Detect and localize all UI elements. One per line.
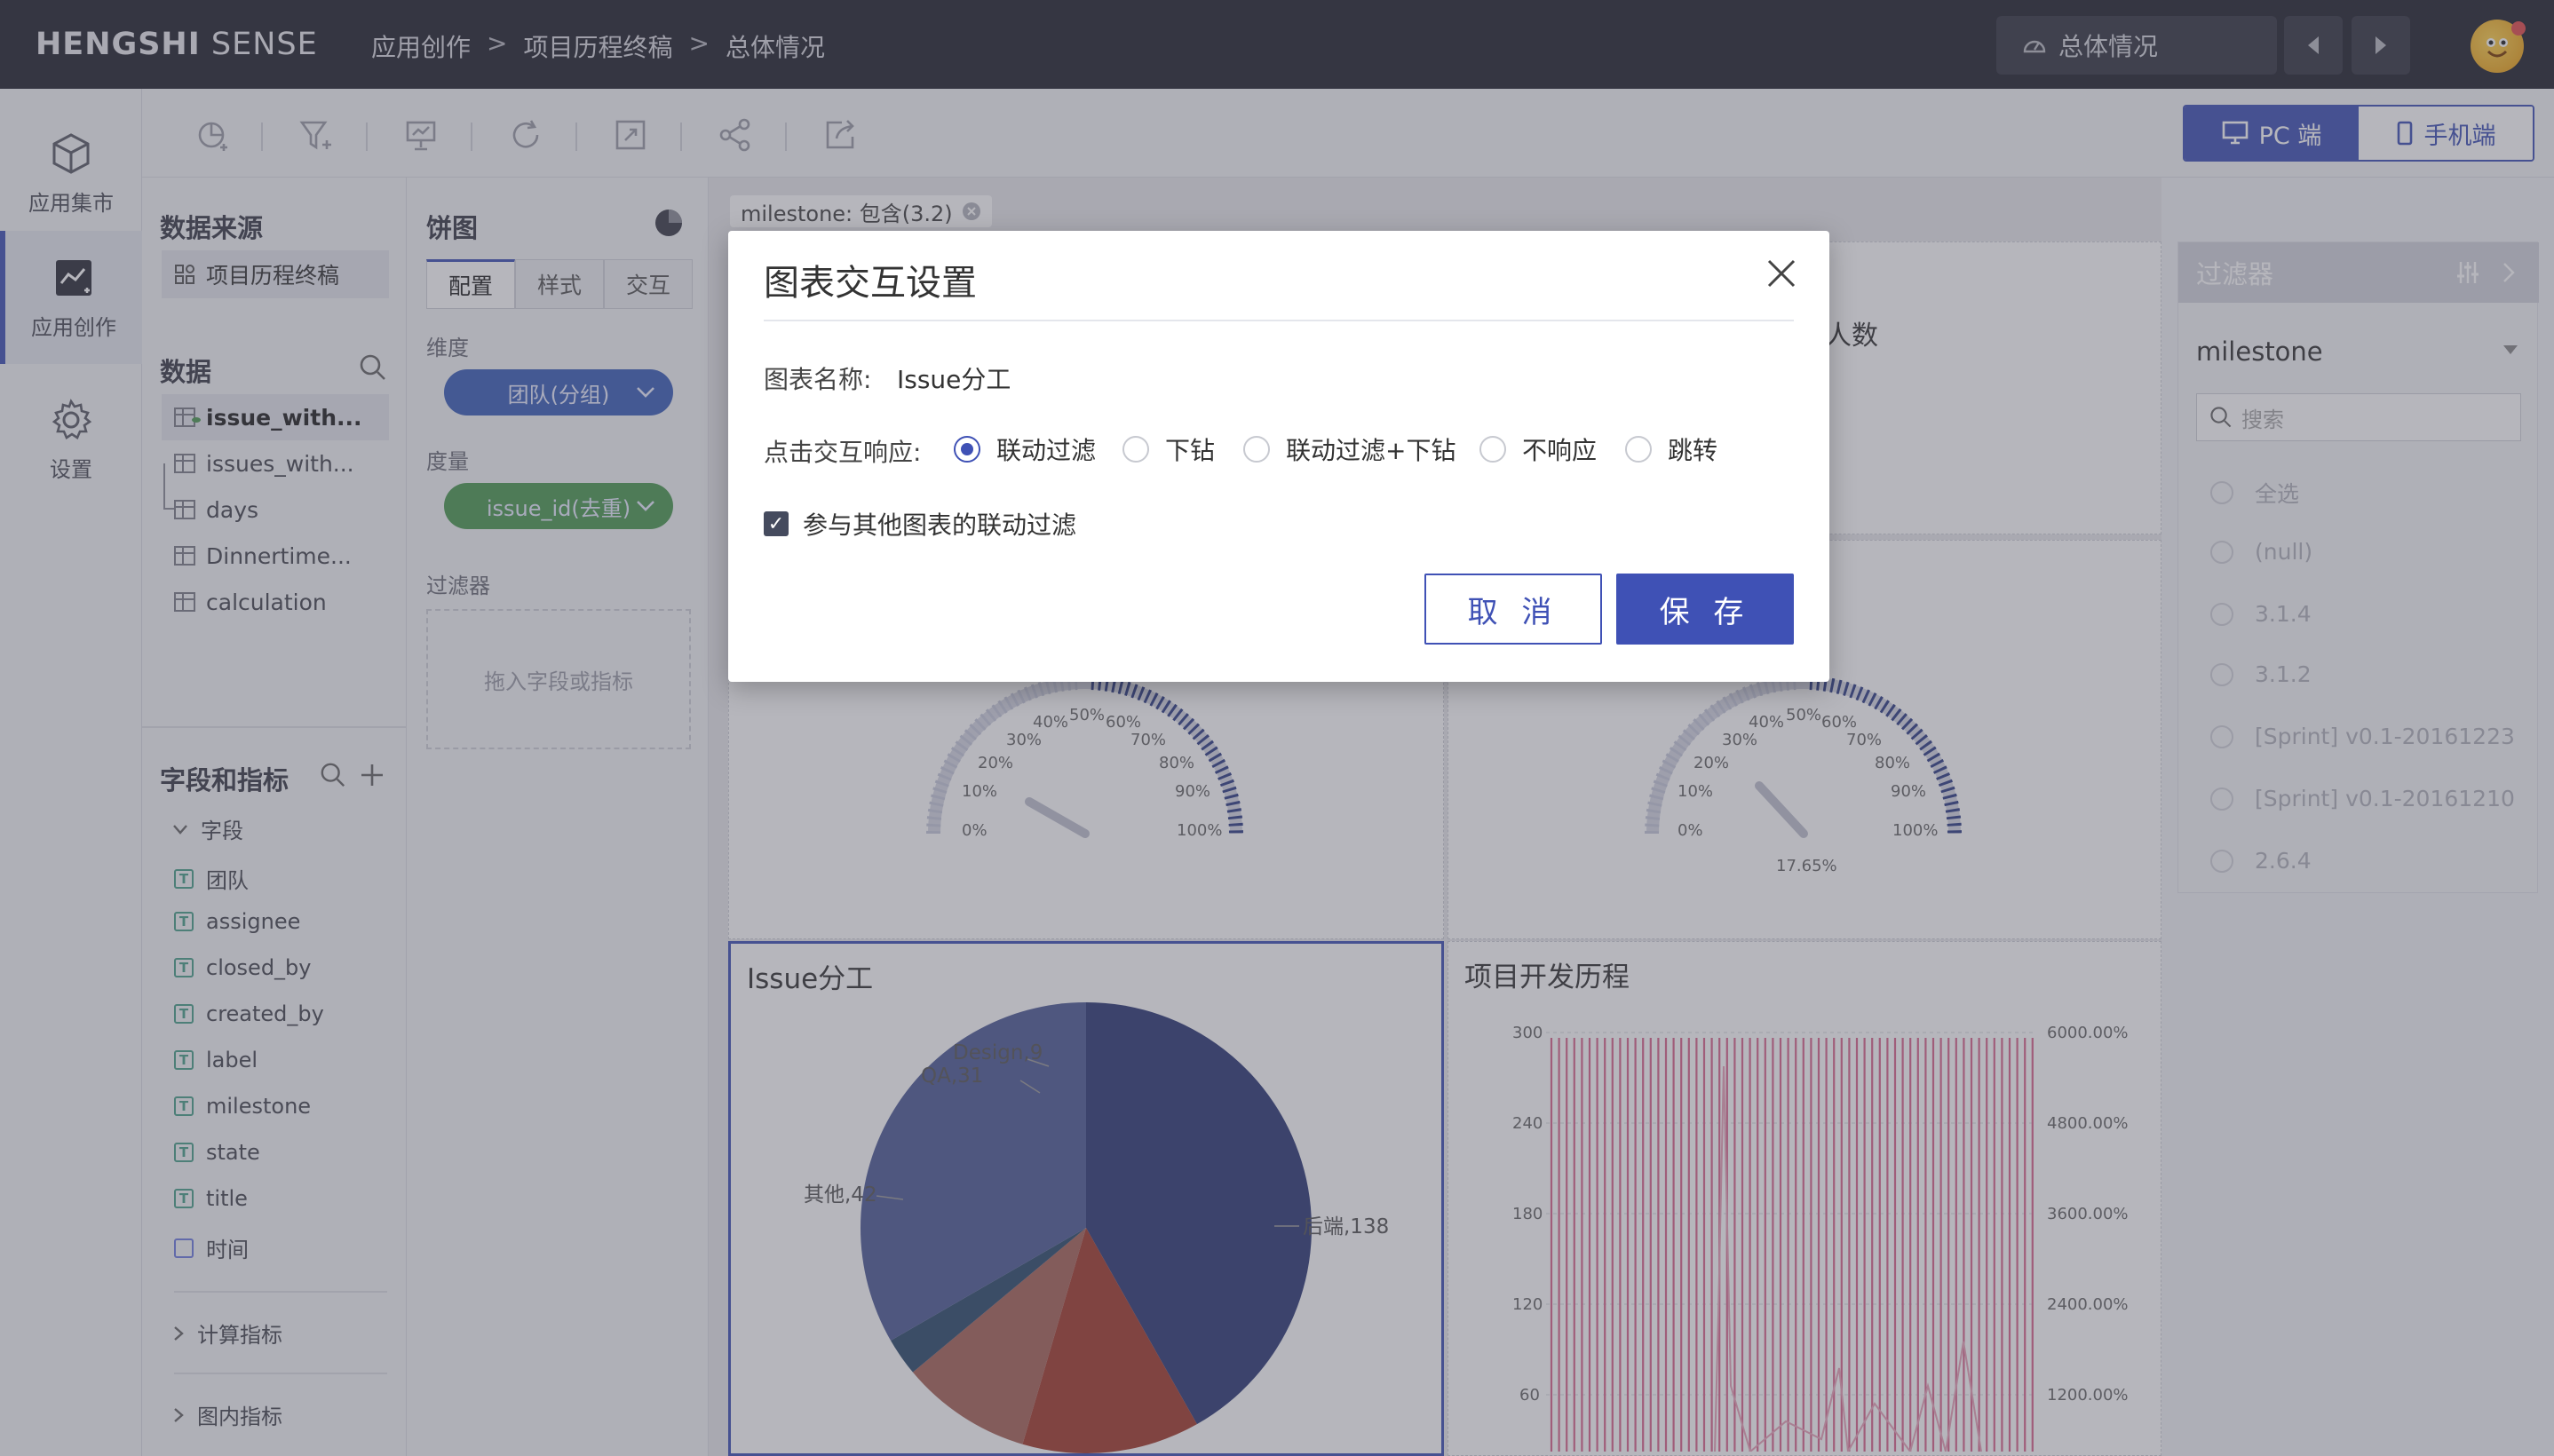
checkmark-icon: ✓ [764, 511, 789, 536]
chart-name-value: Issue分工 [897, 365, 1011, 394]
close-icon[interactable] [1762, 254, 1801, 293]
radio-icon [954, 436, 980, 463]
dialog-divider [764, 320, 1794, 321]
radio-label: 跳转 [1668, 436, 1718, 465]
radio-icon [1243, 436, 1270, 463]
dialog-title: 图表交互设置 [764, 263, 977, 304]
radio-label: 联动过滤 [996, 436, 1097, 465]
response-label: 点击交互响应: [764, 438, 922, 467]
radio-icon [1122, 436, 1149, 463]
radio-jump[interactable]: 跳转 [1625, 431, 1717, 467]
save-button[interactable]: 保 存 [1616, 574, 1794, 645]
radio-filter-and-drilldown[interactable]: 联动过滤+下钻 [1243, 431, 1455, 467]
chart-interaction-dialog: 图表交互设置 图表名称: Issue分工 点击交互响应: 联动过滤 下钻 联动过… [728, 231, 1829, 682]
radio-label: 联动过滤+下钻 [1286, 436, 1456, 465]
radio-linked-filter[interactable]: 联动过滤 [954, 431, 1096, 467]
radio-label: 下钻 [1165, 436, 1216, 465]
modal-overlay[interactable] [0, 0, 2554, 1456]
cancel-button[interactable]: 取 消 [1424, 574, 1602, 645]
radio-icon [1625, 436, 1652, 463]
radio-icon [1479, 436, 1506, 463]
chart-name-label: 图表名称: [764, 365, 872, 394]
radio-no-response[interactable]: 不响应 [1479, 431, 1597, 467]
checkbox-label: 参与其他图表的联动过滤 [803, 510, 1077, 540]
radio-drilldown[interactable]: 下钻 [1122, 431, 1215, 467]
linked-filter-checkbox[interactable]: ✓ 参与其他图表的联动过滤 [764, 506, 1076, 542]
radio-label: 不响应 [1522, 436, 1598, 465]
